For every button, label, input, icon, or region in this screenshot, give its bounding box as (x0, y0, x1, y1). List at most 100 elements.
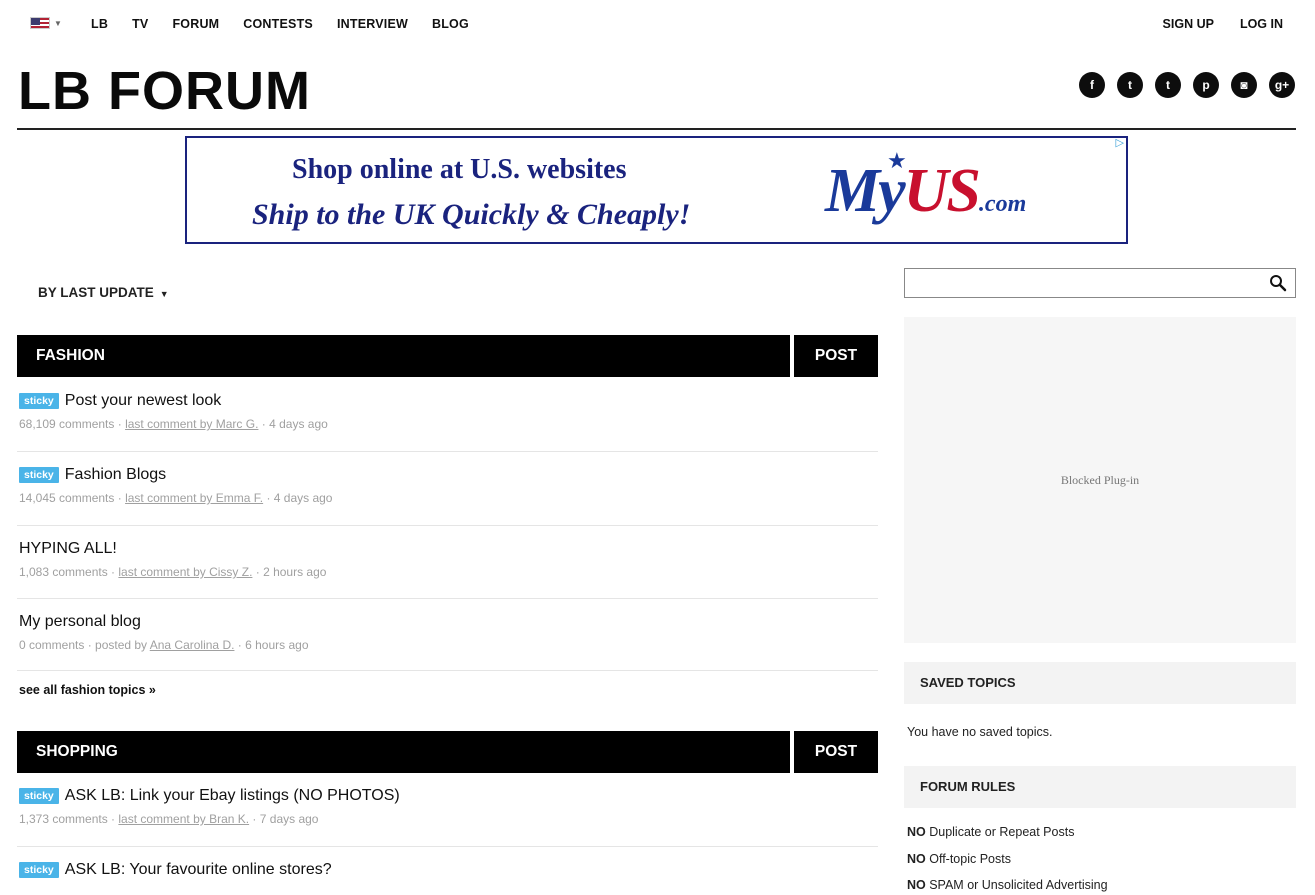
rule-text: SPAM or Unsolicited Advertising (925, 878, 1108, 892)
topic-title[interactable]: sticky Fashion Blogs (19, 466, 878, 484)
search-icon[interactable] (1269, 274, 1287, 292)
forum-rules-heading: FORUM RULES (904, 766, 1296, 808)
ad-headline: Shop online at U.S. websites (292, 154, 627, 185)
post-button[interactable]: POST (794, 335, 878, 377)
topic-age: · 7 days ago (249, 812, 319, 826)
nav-link-lb[interactable]: LB (91, 17, 108, 31)
ad-logo: MyUS.com (825, 160, 1026, 235)
rule-text: Off-topic Posts (925, 852, 1011, 866)
rule-no: NO (907, 852, 926, 866)
topic-title-text: Fashion Blogs (64, 466, 167, 483)
tumblr-icon[interactable]: t (1155, 72, 1181, 98)
saved-topics-empty: You have no saved topics. (907, 725, 1053, 739)
sticky-badge: sticky (19, 862, 59, 878)
section-title[interactable]: FASHION (17, 335, 790, 377)
facebook-icon[interactable]: f (1079, 72, 1105, 98)
auth-links: SIGN UP LOG IN (1163, 17, 1283, 31)
list-item: sticky ASK LB: Link your Ebay listings (N… (19, 787, 878, 826)
list-item: sticky ASK LB: Your favourite online stor… (19, 861, 878, 879)
topic-title[interactable]: sticky ASK LB: Your favourite online stor… (19, 861, 878, 879)
sort-dropdown[interactable]: BY LAST UPDATE ▼ (38, 285, 169, 300)
nav-link-contests[interactable]: CONTESTS (243, 17, 313, 31)
ad-logo-us: US (903, 157, 981, 225)
topic-title[interactable]: sticky Post your newest look (19, 392, 878, 410)
forum-rule: NO Off-topic Posts (907, 852, 1011, 866)
log-in-link[interactable]: LOG IN (1240, 17, 1283, 31)
search-input[interactable] (911, 275, 1251, 293)
topic-age: · 4 days ago (263, 491, 333, 505)
language-selector[interactable]: ▼ (30, 17, 62, 29)
rule-no: NO (907, 825, 926, 839)
divider (17, 846, 878, 847)
list-item: HYPING ALL! 1,083 comments · last commen… (19, 540, 878, 579)
nav-link-blog[interactable]: BLOG (432, 17, 469, 31)
see-all-fashion-link[interactable]: see all fashion topics » (19, 683, 156, 697)
social-links: f t t p ◙ g+ (1079, 72, 1295, 98)
topic-title[interactable]: My personal blog (19, 613, 878, 631)
sticky-badge: sticky (19, 788, 59, 804)
comment-count: 1,083 comments · (19, 565, 119, 579)
topic-title[interactable]: sticky ASK LB: Link your Ebay listings (N… (19, 787, 878, 805)
sort-label: BY LAST UPDATE (38, 285, 154, 300)
list-item: sticky Post your newest look 68,109 comme… (19, 392, 878, 431)
comment-count: 0 comments · posted by (19, 638, 150, 652)
saved-topics-heading: SAVED TOPICS (904, 662, 1296, 704)
topic-age: · 6 hours ago (234, 638, 309, 652)
nav-link-tv[interactable]: TV (132, 17, 148, 31)
caret-down-icon: ▼ (54, 18, 62, 28)
comment-count: 14,045 comments · (19, 491, 126, 505)
google-plus-icon[interactable]: g+ (1269, 72, 1295, 98)
topic-title[interactable]: HYPING ALL! (19, 540, 878, 558)
section-title[interactable]: SHOPPING (17, 731, 790, 773)
topic-meta: 14,045 comments · last comment by Emma F… (19, 491, 878, 505)
comment-count: 1,373 comments · (19, 812, 119, 826)
section-header-fashion: FASHION POST (17, 335, 878, 377)
topic-meta: 1,373 comments · last comment by Bran K.… (19, 812, 878, 826)
main-nav: LB TV FORUM CONTESTS INTERVIEW BLOG (91, 17, 493, 31)
last-comment-link[interactable]: last comment by Bran K. (118, 812, 249, 826)
topic-age: · 4 days ago (258, 417, 328, 431)
sticky-badge: sticky (19, 393, 59, 409)
topic-title-text: ASK LB: Link your Ebay listings (NO PHOT… (64, 787, 400, 804)
topic-title-text: ASK LB: Your favourite online stores? (64, 861, 332, 878)
nav-link-interview[interactable]: INTERVIEW (337, 17, 408, 31)
last-comment-link[interactable]: last comment by Marc G. (125, 417, 258, 431)
rule-no: NO (907, 878, 926, 892)
ad-logo-com: .com (978, 191, 1027, 217)
topic-meta: 68,109 comments · last comment by Marc G… (19, 417, 878, 431)
divider (17, 525, 878, 526)
topic-title-text: Post your newest look (64, 392, 222, 409)
blocked-plugin-area: Blocked Plug-in (904, 317, 1296, 643)
forum-rule: NO SPAM or Unsolicited Advertising (907, 878, 1108, 892)
topic-meta: 1,083 comments · last comment by Cissy Z… (19, 565, 878, 579)
ad-banner[interactable]: Shop online at U.S. websites Ship to the… (185, 136, 1128, 244)
list-item: sticky Fashion Blogs 14,045 comments · la… (19, 466, 878, 505)
divider (17, 670, 878, 671)
last-comment-link[interactable]: last comment by Emma F. (125, 491, 263, 505)
ad-subheadline: Ship to the UK Quickly & Cheaply! (252, 198, 691, 231)
pinterest-icon[interactable]: p (1193, 72, 1219, 98)
divider (17, 451, 878, 452)
post-button[interactable]: POST (794, 731, 878, 773)
adchoices-icon[interactable]: ▷ (1116, 136, 1124, 149)
topic-meta: 0 comments · posted by Ana Carolina D. ·… (19, 638, 878, 652)
us-flag-icon (30, 17, 50, 29)
sticky-badge: sticky (19, 467, 59, 483)
header-divider (17, 128, 1296, 130)
nav-link-forum[interactable]: FORUM (172, 17, 219, 31)
list-item: My personal blog 0 comments · posted by … (19, 613, 878, 652)
forum-rule: NO Duplicate or Repeat Posts (907, 825, 1074, 839)
author-link[interactable]: Ana Carolina D. (150, 638, 235, 652)
last-comment-link[interactable]: last comment by Cissy Z. (118, 565, 252, 579)
page-title: LB FORUM (18, 61, 311, 121)
topic-age: · 2 hours ago (252, 565, 327, 579)
rule-text: Duplicate or Repeat Posts (925, 825, 1075, 839)
search-box (904, 268, 1296, 298)
caret-down-icon: ▼ (159, 289, 169, 299)
sign-up-link[interactable]: SIGN UP (1163, 17, 1214, 31)
ad-logo-my: My (825, 157, 906, 225)
topic-title-text: My personal blog (19, 613, 141, 630)
instagram-icon[interactable]: ◙ (1231, 72, 1257, 98)
top-nav: ▼ LB TV FORUM CONTESTS INTERVIEW BLOG SI… (0, 0, 1315, 48)
twitter-icon[interactable]: t (1117, 72, 1143, 98)
